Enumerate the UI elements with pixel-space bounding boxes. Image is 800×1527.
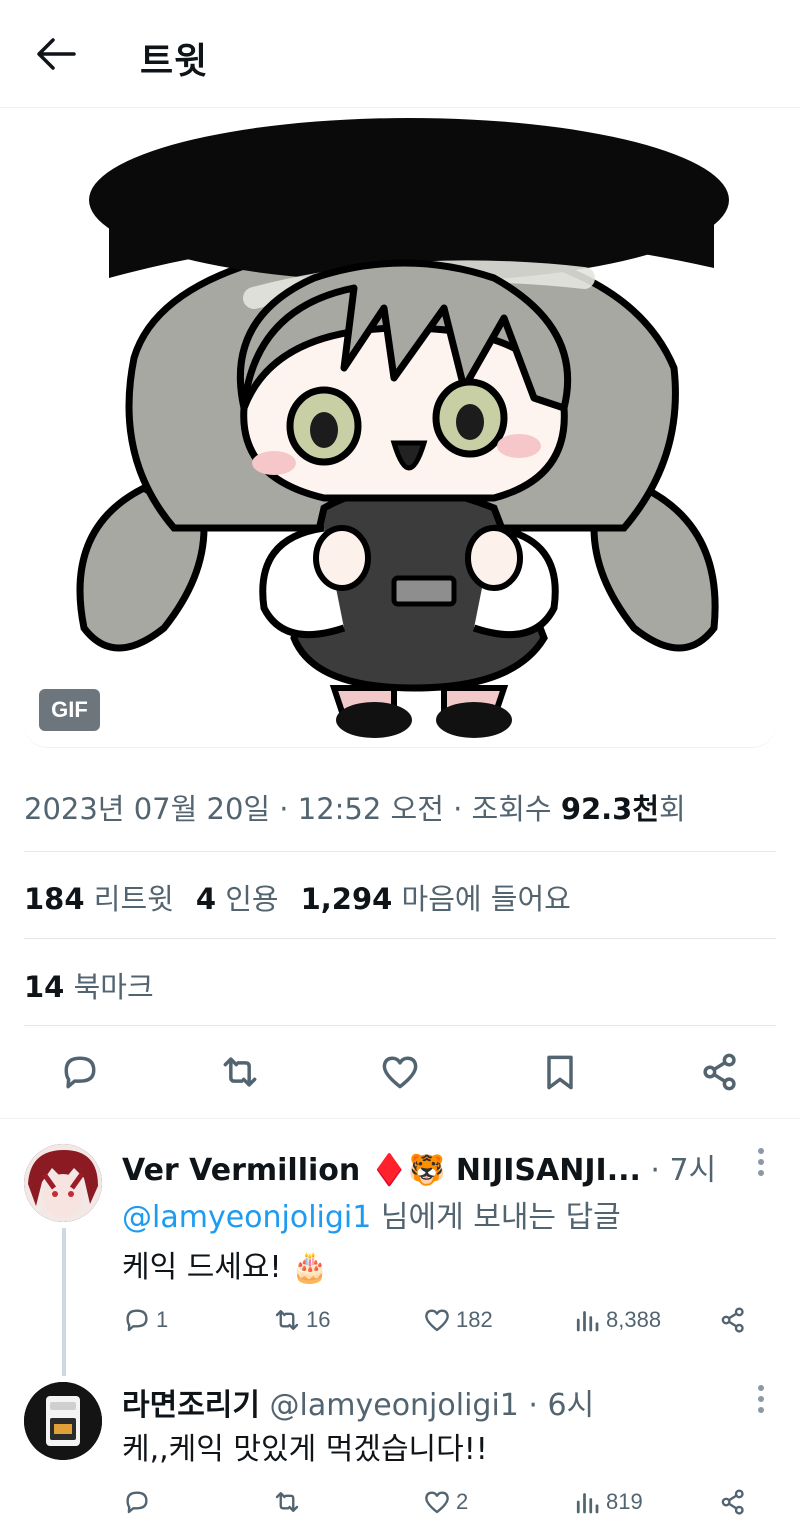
bookmarks-stat[interactable]: 14 북마크 bbox=[24, 964, 154, 1006]
avatar[interactable] bbox=[24, 1144, 102, 1222]
likes-stat[interactable]: 1,294 마음에 들어요 bbox=[301, 882, 571, 916]
top-bar: 트윗 bbox=[0, 0, 800, 108]
back-arrow-icon[interactable] bbox=[34, 36, 76, 72]
view-count: 8,388 bbox=[606, 1307, 662, 1332]
share-icon bbox=[721, 1489, 744, 1515]
reply-retweet-button[interactable]: 16 bbox=[272, 1302, 330, 1338]
retweet-icon bbox=[275, 1310, 299, 1330]
reply-time[interactable]: · 7시 bbox=[641, 1153, 716, 1188]
reply-reply-button[interactable] bbox=[122, 1484, 156, 1520]
reply-like-button[interactable]: 182 bbox=[422, 1302, 493, 1338]
engagement-stats: 184 리트윗 4 인용 1,294 마음에 들어요 bbox=[24, 876, 571, 918]
reply-header: Ver Vermillion ♦️🐯 NIJISANJI... · 7시 bbox=[122, 1145, 716, 1189]
retweet-count: 16 bbox=[306, 1307, 331, 1332]
retweet-icon bbox=[275, 1492, 299, 1512]
reply-icon bbox=[126, 1491, 148, 1514]
bookmark-icon[interactable] bbox=[538, 1050, 582, 1094]
avatar-image bbox=[24, 1382, 102, 1460]
avatar-image bbox=[24, 1144, 102, 1222]
tweet-media-gif[interactable]: GIF bbox=[24, 108, 776, 748]
like-count: 2 bbox=[456, 1489, 469, 1514]
heart-icon[interactable] bbox=[378, 1050, 422, 1094]
quotes-stat[interactable]: 4 인용 bbox=[196, 882, 279, 916]
more-options-icon[interactable] bbox=[756, 1383, 766, 1417]
gif-badge: GIF bbox=[39, 689, 100, 731]
reply-text: 케익 드세요! 🎂 bbox=[122, 1250, 329, 1285]
divider bbox=[24, 938, 776, 939]
reply-author-name[interactable]: Ver Vermillion ♦️🐯 NIJISANJI... bbox=[122, 1153, 641, 1188]
views-chart-icon bbox=[576, 1493, 599, 1514]
reply-handle-time[interactable]: @lamyeonjoligi1 · 6시 bbox=[260, 1388, 595, 1423]
retweet-icon[interactable] bbox=[218, 1050, 262, 1094]
reply-share-button[interactable] bbox=[718, 1484, 752, 1520]
thread-connector bbox=[62, 1228, 66, 1376]
page-title: 트윗 bbox=[140, 41, 209, 82]
reply-author-name[interactable]: 라면조리기 bbox=[122, 1388, 260, 1423]
replying-to: @lamyeonjoligi1 님에게 보내는 답글 bbox=[122, 1200, 621, 1235]
reply-views-button[interactable]: 8,388 bbox=[572, 1302, 661, 1338]
like-count: 182 bbox=[456, 1307, 493, 1332]
share-icon[interactable] bbox=[698, 1050, 742, 1094]
reply-text: 케,,케익 맛있게 먹겠습니다!! bbox=[122, 1432, 488, 1467]
tweet-timestamp: 2023년 07월 20일 · 12:52 오전 · 조회수 bbox=[24, 792, 561, 826]
avatar[interactable] bbox=[24, 1382, 102, 1460]
divider bbox=[24, 1025, 776, 1026]
views-chart-icon bbox=[576, 1311, 599, 1332]
reply-reply-button[interactable]: 1 bbox=[122, 1302, 168, 1338]
chibi-character-illustration bbox=[76, 118, 729, 738]
reply-icon bbox=[126, 1309, 148, 1332]
reply-count: 1 bbox=[156, 1307, 169, 1332]
retweets-stat[interactable]: 184 리트윗 bbox=[24, 882, 174, 916]
reply-icon[interactable] bbox=[58, 1050, 102, 1094]
view-count-unit: 회 bbox=[659, 792, 686, 826]
reply-retweet-button[interactable] bbox=[272, 1484, 306, 1520]
heart-icon bbox=[425, 1309, 449, 1332]
tweet-timestamp-views: 2023년 07월 20일 · 12:52 오전 · 조회수 92.3천회 bbox=[24, 786, 686, 828]
divider bbox=[24, 851, 776, 852]
reply-header: 라면조리기 @lamyeonjoligi1 · 6시 bbox=[122, 1380, 594, 1424]
share-icon bbox=[721, 1307, 744, 1333]
view-count: 819 bbox=[606, 1489, 643, 1514]
view-count: 92.3천 bbox=[560, 792, 660, 826]
reply-share-button[interactable] bbox=[718, 1302, 752, 1338]
reply-views-button[interactable]: 819 bbox=[572, 1484, 643, 1520]
mention-link[interactable]: @lamyeonjoligi1 bbox=[122, 1200, 371, 1235]
more-options-icon[interactable] bbox=[756, 1146, 766, 1180]
heart-icon bbox=[425, 1491, 449, 1514]
reply-like-button[interactable]: 2 bbox=[422, 1484, 468, 1520]
divider bbox=[0, 1118, 800, 1119]
